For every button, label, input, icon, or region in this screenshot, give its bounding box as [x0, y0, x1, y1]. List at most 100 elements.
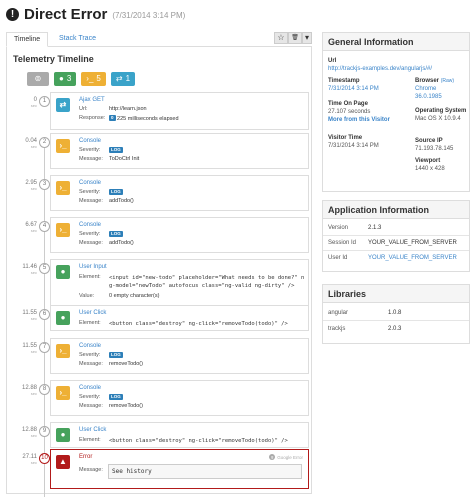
more-visitor-link[interactable]: More from this Visitor [328, 116, 390, 124]
globe-icon: g [269, 454, 276, 460]
user-id-label: User Id [328, 255, 348, 261]
url-link[interactable]: http://trackjs-examples.dev/angularjs/#/ [328, 65, 432, 73]
tab-timeline[interactable]: Timeline [6, 32, 49, 47]
error-message: See history [108, 464, 302, 479]
severity-badge: 0 [109, 115, 116, 121]
event-card[interactable]: ›_ Console Severity: LOG Message: addTodo() [50, 217, 309, 253]
application-info-box: Application Information Version 2.1.3 Ses… [322, 200, 470, 272]
code-line: <input id="new-todo" placeholder="What n… [109, 275, 305, 281]
browser-value[interactable]: Chrome [415, 85, 454, 93]
filter-chip[interactable]: ⇄ 1 [110, 72, 136, 86]
event-card[interactable]: ›_ Console Severity: LOG Message: addTodo() [50, 175, 309, 211]
timeline-item: 0 sec 1 ⇄ Ajax GET Url: http://learn.json Respo… [7, 92, 313, 130]
source-ip-field: Source IP 71.193.78.145 [415, 137, 453, 153]
row-text: removeTodo() [109, 403, 143, 409]
version-row: Version 2.1.3 [328, 225, 381, 231]
event-card[interactable]: ›_ Console Severity: LOG Message: removeTodo(… [50, 338, 309, 374]
divider [323, 320, 469, 321]
user-icon: ● [56, 265, 70, 279]
event-title: Console [79, 343, 102, 349]
filter-chip[interactable]: ›_ 5 [81, 72, 106, 86]
event-row: Severity: LOG [79, 147, 123, 153]
console-icon: ›_ [56, 181, 70, 195]
row-value: removeTodo() [109, 361, 143, 367]
time-on-page-field: Time On Page 27.107 seconds More from th… [328, 100, 390, 124]
library-row: trackjs 2.0.3 [328, 326, 401, 332]
code-line: <button class="destroy" ng-click="remove… [109, 321, 288, 327]
network-icon: ⇄ [115, 74, 123, 83]
session-value: YOUR_VALUE_FROM_SERVER [368, 240, 457, 246]
filter-chip[interactable]: ● 3 [54, 72, 77, 86]
event-card[interactable]: ● User Click Element: <button class="destro… [50, 305, 309, 331]
timeline-number: 8 [39, 384, 50, 395]
chip-count: 1 [125, 74, 131, 83]
timeline-number: 10 [39, 453, 50, 464]
event-card[interactable]: ›_ Console Severity: LOG Message: ToDoCtrl In… [50, 133, 309, 169]
time-unit: sec [30, 144, 37, 149]
timeline-item: 6.67 sec 4 ›_ Console Severity: LOG Message: add… [7, 217, 313, 253]
row-value: removeTodo() [109, 403, 143, 409]
code-line: g-model="newTodo" autofocus class="ng-va… [109, 283, 295, 289]
row-text: addTodo() [109, 240, 134, 246]
event-card[interactable]: ›_ Console Severity: LOG Message: removeTodo(… [50, 380, 309, 416]
event-card[interactable]: ● User Input Element: <input id="new-todo" … [50, 259, 309, 307]
time-unit: sec [30, 391, 37, 396]
event-title: Error [79, 454, 93, 460]
url-field: Url http://trackjs-examples.dev/angularj… [328, 57, 432, 73]
toolbar: ☆ 🗑 ▾ [274, 32, 312, 44]
severity-badge: LOG [109, 231, 123, 237]
source-ip-label: Source IP [415, 138, 443, 144]
row-value: LOG [109, 231, 123, 238]
filter-chip[interactable]: ⊚ [27, 72, 49, 86]
element-row: Element: <button class="destroy" ng-click… [79, 437, 288, 444]
timestamp-label: 11.46 sec [11, 263, 37, 275]
user-id-link[interactable]: YOUR_VALUE_FROM_SERVER [368, 255, 457, 261]
chevron-down-icon[interactable]: ▾ [302, 32, 312, 44]
row-label: Severity: [79, 189, 101, 195]
event-title: Ajax GET [79, 97, 105, 103]
star-icon[interactable]: ☆ [274, 32, 288, 44]
row-value: LOG [109, 394, 123, 401]
row-label: Severity: [79, 352, 101, 358]
event-title: Console [79, 385, 102, 391]
row-label: Severity: [79, 147, 101, 153]
event-card[interactable]: ▲ Error Message: See history g Google Error [50, 449, 309, 489]
event-title: User Click [79, 310, 107, 316]
visitor-time-value: 7/31/2014 3:14 PM [328, 143, 379, 149]
browser-raw-link[interactable]: (Raw) [441, 78, 454, 84]
element-code: <button class="destroy" ng-click="remove… [109, 320, 288, 328]
viewport-field: Viewport 1440 x 428 [415, 157, 445, 173]
row-label: Severity: [79, 231, 101, 237]
timestamp-value[interactable]: 7/31/2014 3:14 PM [328, 85, 379, 93]
row-value: http://learn.json [109, 106, 147, 112]
tab-stack-trace[interactable]: Stack Trace [52, 32, 103, 47]
timestamp-label: 11.55 sec [11, 342, 37, 354]
libraries-box: Libraries angular 1.0.8 trackjs 2.0.3 [322, 284, 470, 344]
element-row: Element: <input id="new-todo" placeholder… [79, 274, 304, 289]
trash-icon[interactable]: 🗑 [288, 32, 302, 44]
event-card[interactable]: ● User Click Element: <button class="destro… [50, 422, 309, 448]
event-row: Response: 0 225 milliseconds elapsed [79, 115, 179, 122]
user-icon: ● [59, 74, 64, 83]
user-id-row: User Id YOUR_VALUE_FROM_SERVER [328, 255, 457, 261]
visitor-time-field: Visitor Time 7/31/2014 3:14 PM [328, 134, 379, 150]
exclamation-icon: ! [6, 7, 19, 21]
network-icon: ⇄ [56, 98, 70, 112]
timestamp-label: 2.95 sec [11, 179, 37, 191]
timeline-number: 9 [39, 426, 50, 437]
event-card[interactable]: ⇄ Ajax GET Url: http://learn.json Response: 0… [50, 92, 309, 130]
console-icon: ›_ [86, 74, 94, 83]
row-text: removeTodo() [109, 361, 143, 367]
timeline-number: 5 [39, 263, 50, 274]
timestamp-label: 27.11 sec [11, 453, 37, 465]
error-date: (7/31/2014 3:14 PM) [112, 11, 186, 20]
browser-version[interactable]: 36.0.1985 [415, 93, 454, 101]
event-title: Console [79, 222, 102, 228]
severity-badge: LOG [109, 189, 123, 195]
event-row: Severity: LOG [79, 189, 123, 195]
filter-chips: ⊚ ● 3 ›_ 5 ⇄ 1 [27, 72, 140, 86]
library-version: 2.0.3 [388, 326, 402, 332]
timeline-item: 27.11 sec 10 ▲ Error Message: See history g Goog… [7, 449, 313, 489]
error-source-text: Google Error [277, 454, 303, 460]
row-value: 0 225 milliseconds elapsed [109, 115, 179, 122]
